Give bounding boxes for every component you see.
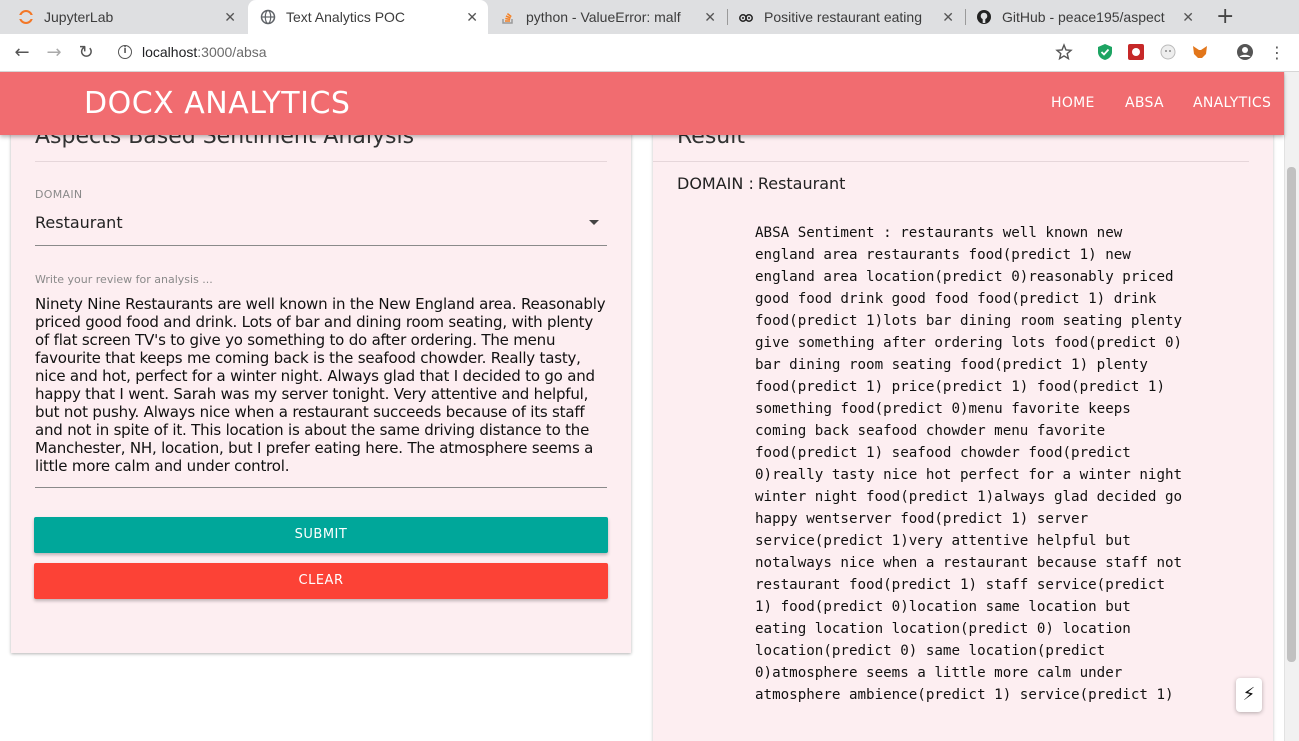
url-host: localhost — [142, 44, 198, 60]
tab-title: JupyterLab — [44, 9, 114, 25]
github-icon — [977, 10, 991, 24]
jupyter-icon — [19, 10, 33, 24]
close-icon[interactable]: ✕ — [704, 9, 716, 26]
divider — [35, 161, 607, 162]
result-card: Result DOMAIN : Restaurant ABSA Sentiment… — [653, 102, 1273, 741]
new-tab-button[interactable]: + — [1216, 4, 1234, 29]
tab-title: Positive restaurant eating — [764, 9, 922, 25]
red-extension-icon[interactable] — [1127, 43, 1145, 61]
absa-form-card: Aspects Based Sentiment Analysis DOMAIN … — [11, 102, 631, 653]
tripadvisor-owl-icon — [739, 14, 753, 22]
nav-absa[interactable]: ABSA — [1125, 95, 1164, 111]
browser-tab-strip: JupyterLab ✕ Text Analytics POC ✕ python… — [0, 0, 1299, 34]
close-icon[interactable]: ✕ — [466, 9, 478, 26]
stackoverflow-icon — [502, 13, 513, 24]
scrollbar-thumb[interactable] — [1287, 167, 1296, 662]
brand-title[interactable]: DOCX ANALYTICS — [84, 86, 350, 121]
result-domain-prefix: DOMAIN : — [677, 174, 754, 193]
menu-kebab-icon[interactable]: ⋮ — [1265, 41, 1289, 65]
close-icon[interactable]: ✕ — [1182, 9, 1194, 26]
address-bar[interactable]: localhost:3000/absa — [142, 44, 267, 60]
tab-jupyterlab[interactable]: JupyterLab ✕ — [0, 0, 246, 34]
ghost-extension-icon[interactable] — [1159, 43, 1177, 61]
nav-analytics[interactable]: ANALYTICS — [1193, 95, 1271, 111]
page-viewport: Aspects Based Sentiment Analysis DOMAIN … — [0, 72, 1299, 741]
clear-button[interactable]: CLEAR — [34, 563, 608, 599]
tab-stackoverflow[interactable]: python - ValueError: malf ✕ — [490, 0, 726, 34]
url-path: :3000/absa — [197, 44, 267, 60]
forward-arrow-icon[interactable]: → — [42, 41, 66, 65]
tab-title: GitHub - peace195/aspect — [1002, 9, 1165, 25]
bookmark-star-icon[interactable] — [1055, 43, 1073, 61]
result-domain-value: Restaurant — [757, 174, 846, 193]
account-avatar-icon[interactable] — [1236, 43, 1254, 61]
tab-github[interactable]: GitHub - peace195/aspect ✕ — [966, 0, 1204, 34]
absa-sentiment-output: ABSA Sentiment : restaurants well known … — [755, 225, 1191, 703]
tab-tripadvisor[interactable]: Positive restaurant eating ✕ — [728, 0, 964, 34]
submit-button[interactable]: SUBMIT — [34, 517, 608, 553]
review-textarea[interactable]: Ninety Nine Restaurants are well known i… — [35, 295, 610, 475]
tab-title: python - ValueError: malf — [526, 9, 681, 25]
domain-select[interactable]: Restaurant — [35, 213, 123, 232]
textarea-underline — [35, 487, 607, 488]
tab-text-analytics[interactable]: Text Analytics POC ✕ — [248, 0, 488, 34]
close-icon[interactable]: ✕ — [942, 9, 954, 26]
divider — [653, 161, 1249, 162]
metamask-fox-icon[interactable] — [1191, 43, 1209, 61]
review-label: Write your review for analysis ... — [35, 273, 213, 286]
site-info-icon[interactable]: i — [118, 45, 132, 59]
dropdown-arrow-icon[interactable] — [589, 220, 599, 225]
globe-icon — [260, 9, 276, 25]
select-underline — [35, 245, 607, 246]
browser-toolbar: ← → ↻ i localhost:3000/absa ⋮ — [0, 34, 1299, 72]
back-arrow-icon[interactable]: ← — [10, 41, 34, 65]
reload-icon[interactable]: ↻ — [74, 41, 98, 65]
lightning-bolt-icon[interactable]: ⚡ — [1236, 678, 1262, 712]
app-header: DOCX ANALYTICS HOME ABSA ANALYTICS — [0, 72, 1284, 135]
result-domain: DOMAIN : Restaurant — [677, 174, 845, 193]
nav-home[interactable]: HOME — [1051, 95, 1095, 111]
tab-title: Text Analytics POC — [286, 9, 406, 25]
domain-label: DOMAIN — [35, 188, 83, 201]
close-icon[interactable]: ✕ — [224, 9, 236, 26]
shield-extension-icon[interactable] — [1096, 43, 1114, 61]
